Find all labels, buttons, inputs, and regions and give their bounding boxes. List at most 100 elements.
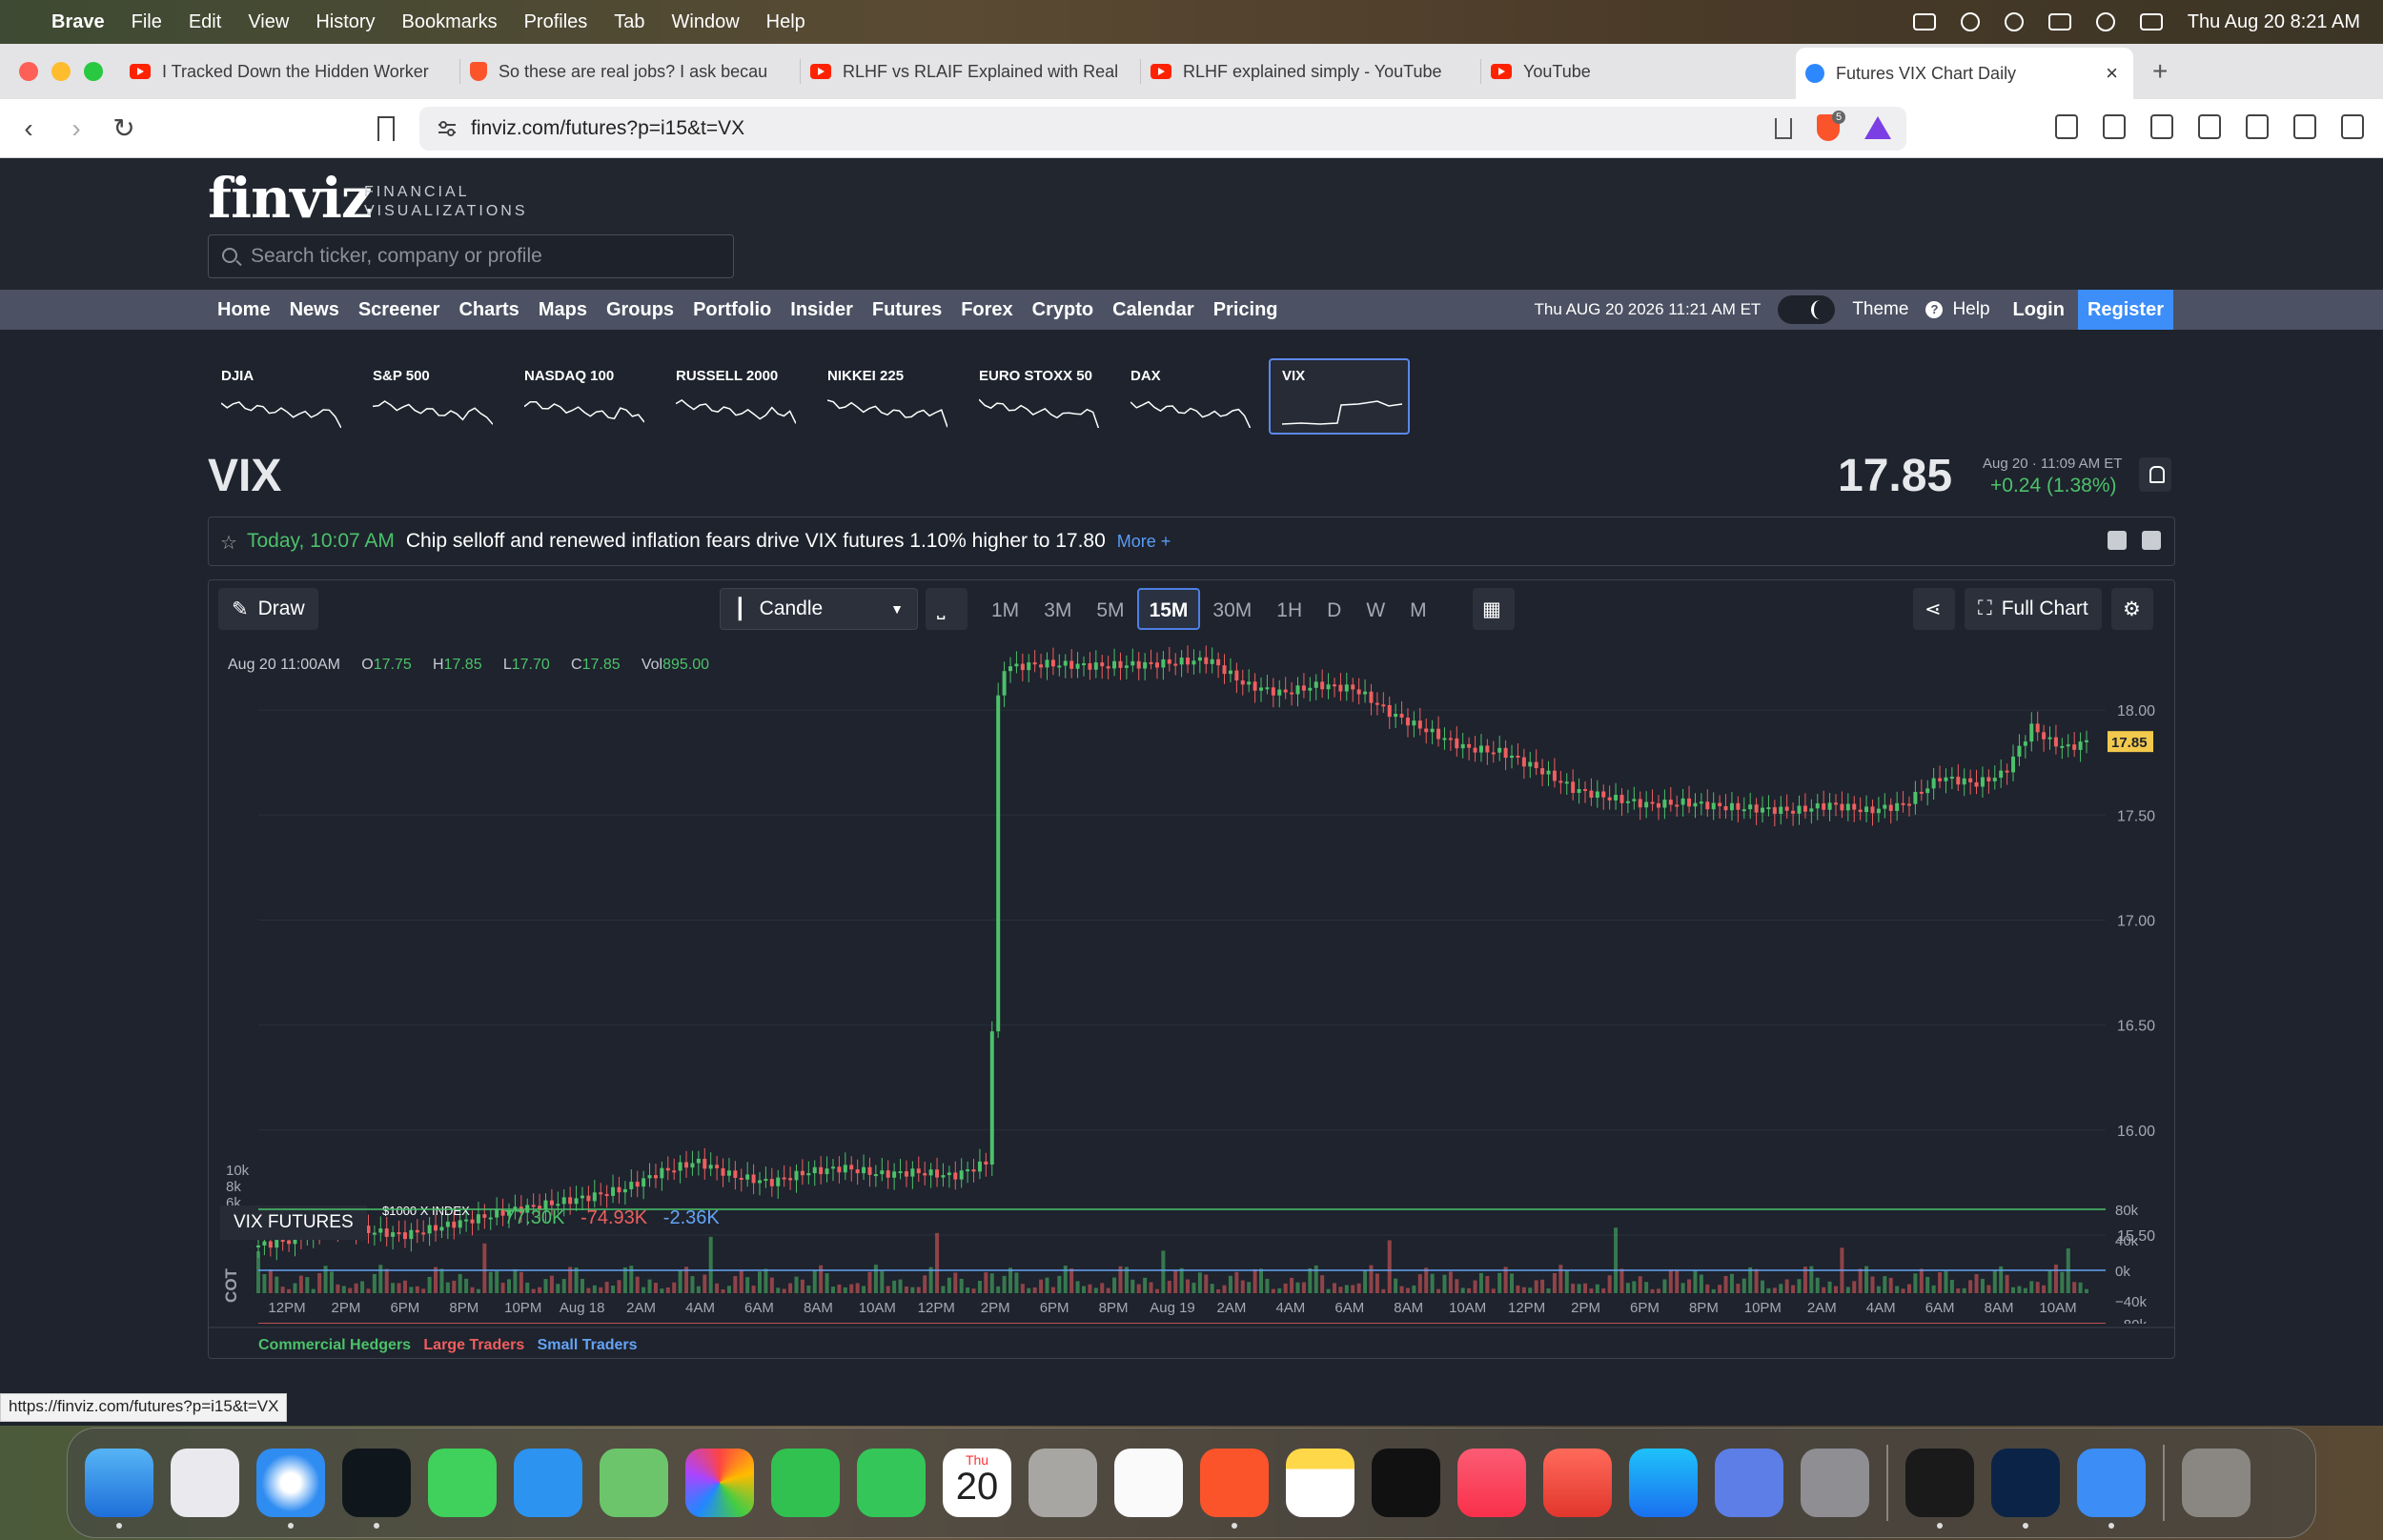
speedtest-icon[interactable] xyxy=(1991,1449,2060,1529)
news-headline-bar[interactable]: ☆ Today, 10:07 AM Chip selloff and renew… xyxy=(208,517,2175,566)
app-grid-icon[interactable] xyxy=(1905,1449,1974,1529)
menubar-clock[interactable]: Thu Aug 20 8:21 AM xyxy=(2188,11,2360,33)
share-icon[interactable] xyxy=(1775,118,1792,139)
mail-icon[interactable] xyxy=(514,1449,582,1517)
share-chart-button[interactable]: ⋖ xyxy=(1913,588,1955,630)
browser-tab[interactable]: I Tracked Down the Hidden Worker xyxy=(120,44,459,99)
timeframe-15m[interactable]: 15M xyxy=(1136,588,1201,630)
music-app-icon[interactable] xyxy=(1457,1449,1526,1517)
timeframe-w[interactable]: W xyxy=(1354,588,1397,630)
help-icon[interactable]: ? xyxy=(1925,301,1944,318)
app-store-icon[interactable] xyxy=(1629,1449,1698,1517)
mini-chart-djia[interactable]: DJIA xyxy=(208,358,349,435)
menu-tab[interactable]: Tab xyxy=(614,11,644,33)
mini-chart-vix[interactable]: VIX xyxy=(1269,358,1410,435)
close-tab-icon[interactable]: × xyxy=(2106,61,2118,86)
menu-app-name[interactable]: Brave xyxy=(51,11,105,33)
theme-label[interactable]: Theme xyxy=(1852,299,1908,320)
timeframe-5m[interactable]: 5M xyxy=(1084,588,1136,630)
finder-icon[interactable] xyxy=(85,1449,153,1529)
theme-toggle[interactable] xyxy=(1778,295,1836,324)
wallet-icon[interactable] xyxy=(2198,114,2221,139)
menu-edit[interactable]: Edit xyxy=(189,11,221,33)
news-headline[interactable]: Chip selloff and renewed inflation fears… xyxy=(406,530,1106,553)
new-tab-button[interactable]: + xyxy=(2152,56,2168,87)
search-input[interactable]: Search ticker, company or profile xyxy=(208,234,734,278)
browser-tab[interactable]: RLHF explained simply - YouTube xyxy=(1141,44,1480,99)
nav-item-screener[interactable]: Screener xyxy=(349,299,450,321)
menu-view[interactable]: View xyxy=(248,11,289,33)
bookmark-icon[interactable] xyxy=(377,116,395,141)
grid-icon[interactable] xyxy=(1912,13,1936,30)
mini-chart-nikkei-225[interactable]: NIKKEI 225 xyxy=(814,358,955,435)
nav-item-futures[interactable]: Futures xyxy=(863,299,951,321)
hamburger-menu-icon[interactable] xyxy=(2341,114,2364,139)
menu-profiles[interactable]: Profiles xyxy=(524,11,588,33)
alert-bell-icon[interactable] xyxy=(2139,457,2171,492)
vpn-icon[interactable] xyxy=(2293,114,2316,139)
star-icon[interactable]: ☆ xyxy=(220,531,237,555)
leo-ai-icon[interactable] xyxy=(2246,114,2269,139)
nav-item-news[interactable]: News xyxy=(280,299,349,321)
sidebar-icon[interactable] xyxy=(2150,114,2173,139)
rocket-app-icon[interactable] xyxy=(1543,1449,1612,1517)
battery-icon[interactable] xyxy=(2047,13,2071,30)
nav-item-home[interactable]: Home xyxy=(208,299,280,321)
timeframe-3m[interactable]: 3M xyxy=(1031,588,1084,630)
calendar-button[interactable]: ▦ xyxy=(1473,588,1515,630)
system-settings-icon[interactable] xyxy=(1801,1449,1869,1517)
chart-settings-button[interactable]: ⚙ xyxy=(2111,588,2153,630)
launchpad-icon[interactable] xyxy=(171,1449,239,1517)
nav-item-charts[interactable]: Charts xyxy=(449,299,528,321)
thumbs-down-icon[interactable] xyxy=(2142,531,2161,550)
zoom-window-button[interactable] xyxy=(84,62,103,81)
simulator-icon[interactable] xyxy=(1715,1449,1783,1517)
timeframe-30m[interactable]: 30M xyxy=(1200,588,1264,630)
browser-tab-active[interactable]: Futures VIX Chart Daily × xyxy=(1796,48,2133,99)
register-button[interactable]: Register xyxy=(2077,290,2173,330)
full-chart-button[interactable]: ⛶ Full Chart xyxy=(1965,588,2102,630)
nav-item-portfolio[interactable]: Portfolio xyxy=(683,299,781,321)
nav-item-insider[interactable]: Insider xyxy=(781,299,863,321)
nav-item-maps[interactable]: Maps xyxy=(529,299,597,321)
maps-icon[interactable] xyxy=(600,1449,668,1517)
apple-tv-icon[interactable] xyxy=(1372,1449,1440,1517)
draw-button[interactable]: ✎ Draw xyxy=(218,588,318,630)
more-news-link[interactable]: More + xyxy=(1117,532,1171,552)
messages-icon[interactable] xyxy=(428,1449,497,1517)
reminders-icon[interactable] xyxy=(1114,1449,1183,1517)
finviz-logo[interactable]: finviz xyxy=(208,166,373,231)
calendar-icon[interactable]: Thu 20 xyxy=(943,1449,1011,1517)
mini-chart-s-p-500[interactable]: S&P 500 xyxy=(359,358,500,435)
mini-chart-euro-stoxx-50[interactable]: EURO STOXX 50 xyxy=(966,358,1107,435)
timeframe-d[interactable]: D xyxy=(1314,588,1354,630)
timeframe-1m[interactable]: 1M xyxy=(979,588,1031,630)
mini-chart-nasdaq-100[interactable]: NASDAQ 100 xyxy=(511,358,652,435)
chart-type-select[interactable]: ┃ Candle ▼ xyxy=(720,588,918,630)
minimize-window-button[interactable] xyxy=(51,62,71,81)
reader-mode-icon[interactable] xyxy=(2055,114,2078,139)
interval-toggle-button[interactable]: ⎵ xyxy=(926,588,967,630)
forward-button[interactable]: › xyxy=(57,113,95,144)
wifi-icon[interactable] xyxy=(2004,12,2024,31)
safari-icon[interactable] xyxy=(256,1449,325,1529)
nav-item-crypto[interactable]: Crypto xyxy=(1023,299,1103,321)
mini-chart-dax[interactable]: DAX xyxy=(1117,358,1258,435)
nav-item-pricing[interactable]: Pricing xyxy=(1204,299,1288,321)
play-icon[interactable] xyxy=(1960,12,1980,31)
contacts-icon[interactable] xyxy=(1029,1449,1097,1517)
timeframe-1h[interactable]: 1H xyxy=(1264,588,1314,630)
menu-help[interactable]: Help xyxy=(766,11,805,33)
timeframe-m[interactable]: M xyxy=(1397,588,1439,630)
nav-item-calendar[interactable]: Calendar xyxy=(1103,299,1204,321)
help-link[interactable]: Help xyxy=(1952,299,1989,320)
browser-tab[interactable]: YouTube xyxy=(1481,44,1796,99)
brave-browser-icon[interactable] xyxy=(1200,1449,1269,1529)
browser-tab[interactable]: RLHF vs RLAIF Explained with Real xyxy=(801,44,1140,99)
menu-window[interactable]: Window xyxy=(672,11,740,33)
quicktime-icon[interactable] xyxy=(2077,1449,2146,1529)
address-bar[interactable]: finviz.com/futures?p=i15&t=VX xyxy=(419,107,1906,151)
brave-shields-icon[interactable] xyxy=(1817,111,1845,141)
menu-bookmarks[interactable]: Bookmarks xyxy=(402,11,498,33)
control-center-icon[interactable] xyxy=(2139,13,2163,30)
